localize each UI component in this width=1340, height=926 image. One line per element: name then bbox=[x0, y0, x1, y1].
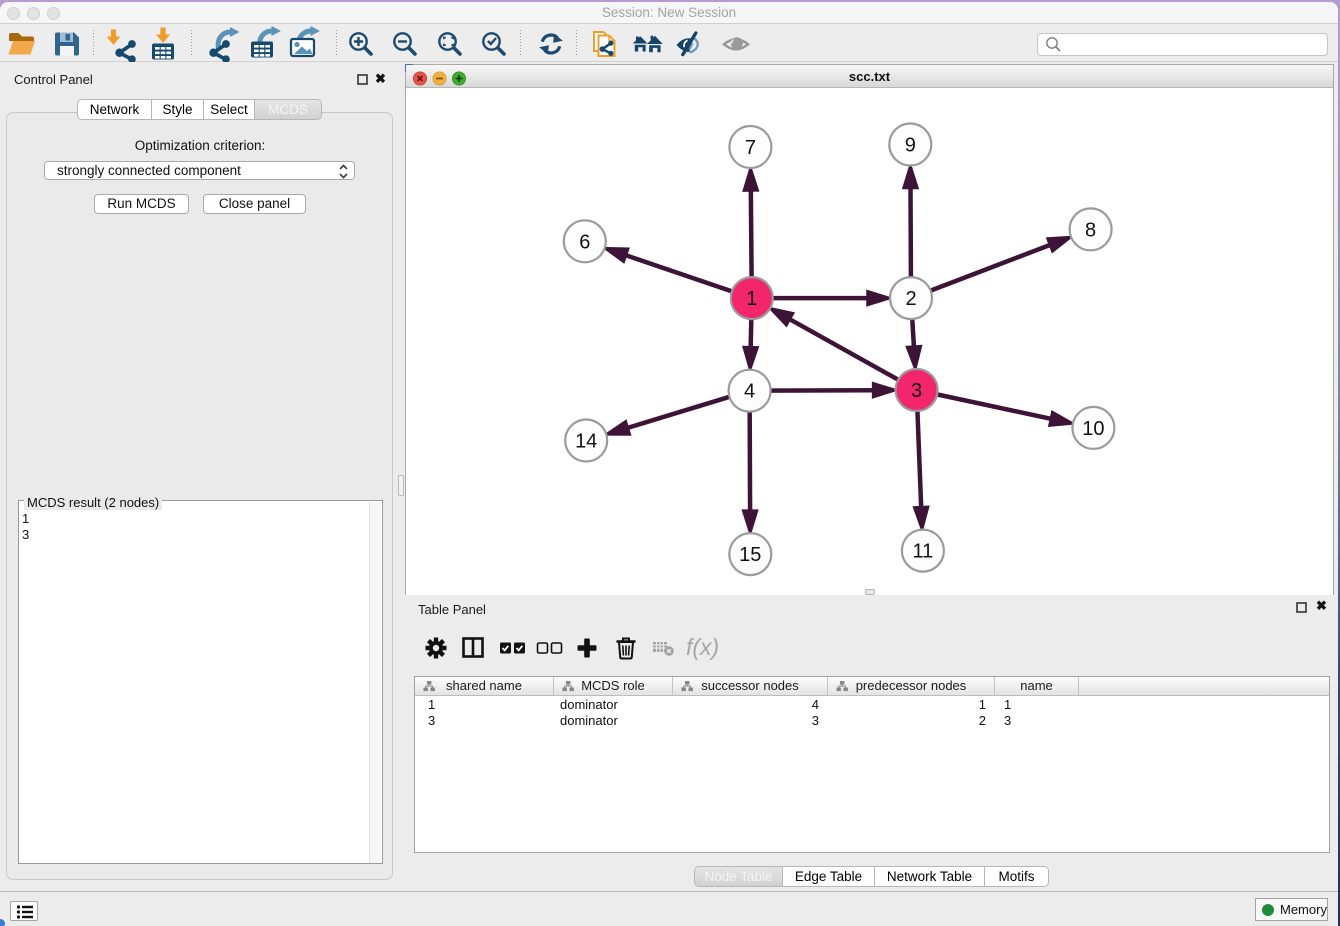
svg-text:15: 15 bbox=[739, 544, 761, 566]
svg-text:8: 8 bbox=[1085, 219, 1096, 241]
svg-text:6: 6 bbox=[579, 231, 590, 253]
svg-text:4: 4 bbox=[744, 381, 755, 403]
svg-text:10: 10 bbox=[1082, 418, 1104, 440]
svg-text:f(x): f(x) bbox=[686, 634, 719, 660]
svg-text:2: 2 bbox=[905, 288, 916, 310]
svg-text:14: 14 bbox=[575, 431, 597, 453]
svg-text:9: 9 bbox=[905, 135, 916, 157]
svg-text:7: 7 bbox=[745, 137, 756, 159]
svg-text:1: 1 bbox=[746, 288, 757, 310]
svg-text:3: 3 bbox=[911, 380, 922, 402]
svg-text:11: 11 bbox=[913, 541, 934, 563]
